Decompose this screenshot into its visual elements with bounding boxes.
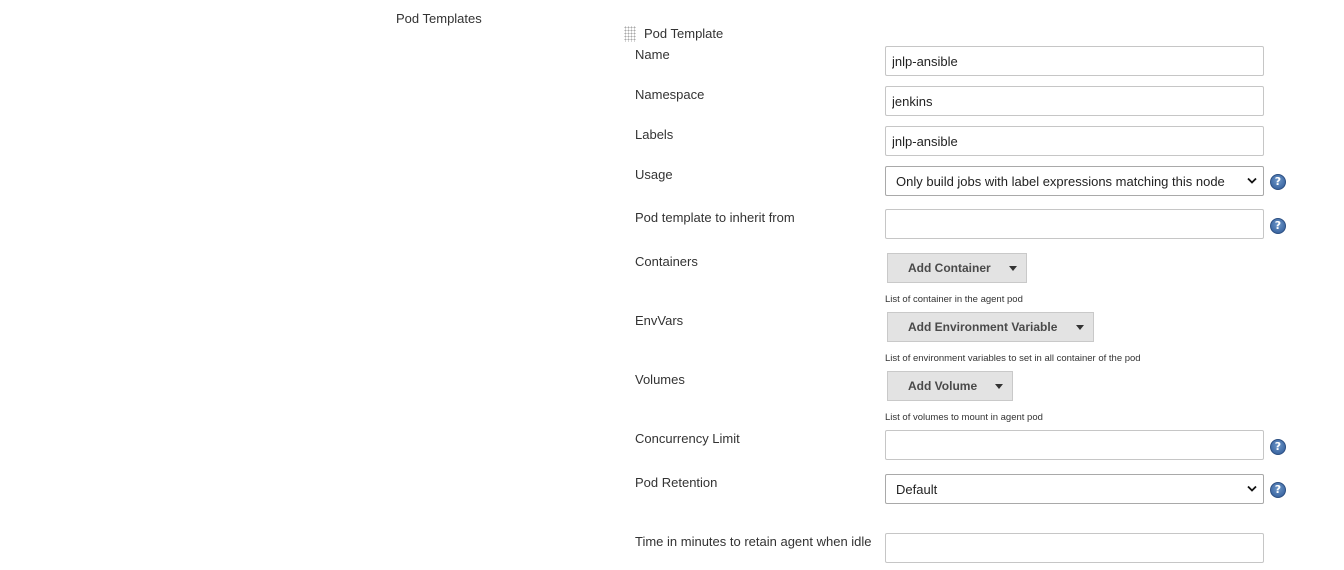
caret-down-icon	[995, 384, 1003, 389]
caret-down-icon	[1076, 325, 1084, 330]
chevron-down-icon	[1247, 177, 1257, 184]
envvars-hint: List of environment variables to set in …	[885, 353, 1141, 364]
pod-retention-select[interactable]: Default	[885, 474, 1264, 504]
idle-minutes-label: Time in minutes to retain agent when idl…	[635, 534, 872, 549]
namespace-label: Namespace	[635, 87, 705, 102]
labels-label: Labels	[635, 127, 674, 142]
containers-label: Containers	[635, 254, 698, 269]
concurrency-limit-help-icon[interactable]: ?	[1270, 439, 1286, 455]
name-input[interactable]	[885, 46, 1264, 76]
add-environment-variable-button[interactable]: Add Environment Variable	[887, 312, 1094, 342]
namespace-input[interactable]	[885, 86, 1264, 116]
pod-templates-section-label: Pod Templates	[396, 11, 482, 26]
pod-retention-help-icon[interactable]: ?	[1270, 482, 1286, 498]
labels-input[interactable]	[885, 126, 1264, 156]
usage-select[interactable]: Only build jobs with label expressions m…	[885, 166, 1264, 196]
inherit-from-help-icon[interactable]: ?	[1270, 218, 1286, 234]
pod-template-title: Pod Template	[644, 26, 724, 41]
usage-label: Usage	[635, 167, 673, 182]
chevron-down-icon	[1247, 485, 1257, 492]
usage-selected-value: Only build jobs with label expressions m…	[896, 173, 1225, 189]
pod-retention-label: Pod Retention	[635, 475, 718, 490]
name-label: Name	[635, 47, 670, 62]
add-volume-button-label: Add Volume	[908, 379, 978, 393]
idle-minutes-input[interactable]	[885, 533, 1264, 563]
containers-hint: List of container in the agent pod	[885, 294, 1023, 305]
concurrency-limit-input[interactable]	[885, 430, 1264, 460]
inherit-from-input[interactable]	[885, 209, 1264, 239]
drag-handle-icon[interactable]	[624, 26, 636, 42]
add-environment-variable-button-label: Add Environment Variable	[908, 320, 1058, 334]
usage-help-icon[interactable]: ?	[1270, 174, 1286, 190]
add-container-button[interactable]: Add Container	[887, 253, 1027, 283]
inherit-from-label: Pod template to inherit from	[635, 210, 795, 225]
pod-retention-selected-value: Default	[896, 481, 938, 497]
add-volume-button[interactable]: Add Volume	[887, 371, 1013, 401]
envvars-label: EnvVars	[635, 313, 684, 328]
concurrency-limit-label: Concurrency Limit	[635, 431, 740, 446]
caret-down-icon	[1009, 266, 1017, 271]
volumes-label: Volumes	[635, 372, 685, 387]
volumes-hint: List of volumes to mount in agent pod	[885, 412, 1043, 423]
add-container-button-label: Add Container	[908, 261, 991, 275]
